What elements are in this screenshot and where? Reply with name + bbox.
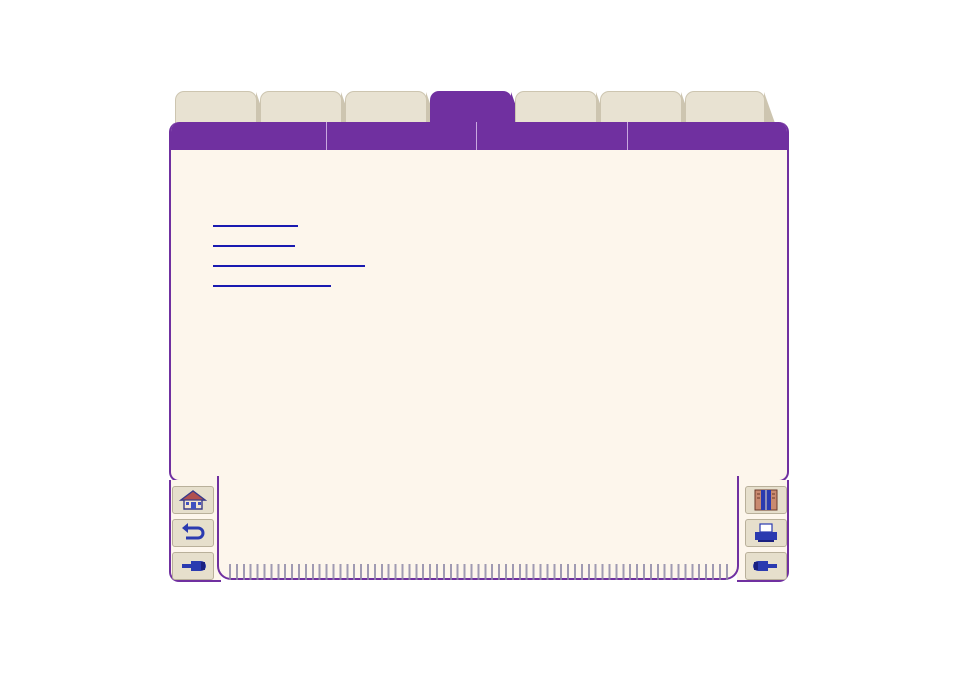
tab-2[interactable]: [260, 91, 353, 126]
previous-page-button[interactable]: [172, 552, 214, 580]
tab-5[interactable]: [515, 91, 608, 126]
printer-icon: [755, 523, 777, 542]
tab-3[interactable]: [345, 91, 438, 126]
subnav-segment-1[interactable]: [171, 122, 327, 150]
subnav-segment-4[interactable]: [628, 122, 787, 150]
link-1[interactable]: [213, 225, 298, 227]
print-button[interactable]: [745, 519, 787, 547]
next-page-button[interactable]: [745, 552, 787, 580]
home-icon: [179, 490, 207, 510]
back-button[interactable]: [172, 519, 214, 547]
tab-6[interactable]: [600, 91, 693, 126]
tab-1[interactable]: [175, 91, 268, 126]
contents-book-icon: [754, 489, 778, 511]
link-4[interactable]: [213, 285, 331, 287]
subnav-bar: [171, 122, 787, 150]
content-card: [169, 122, 789, 482]
link-2[interactable]: [213, 245, 295, 247]
home-button[interactable]: [172, 486, 214, 514]
subnav-segment-3[interactable]: [477, 122, 628, 150]
previous-page-icon: [182, 561, 206, 571]
link-3[interactable]: [213, 265, 365, 267]
back-arrow-icon: [182, 523, 205, 540]
spiral-binding: [226, 564, 732, 580]
next-page-icon: [753, 561, 777, 571]
contents-button[interactable]: [745, 486, 787, 514]
link-list: [213, 225, 365, 305]
tab-7[interactable]: [685, 91, 776, 126]
subnav-segment-2[interactable]: [327, 122, 477, 150]
